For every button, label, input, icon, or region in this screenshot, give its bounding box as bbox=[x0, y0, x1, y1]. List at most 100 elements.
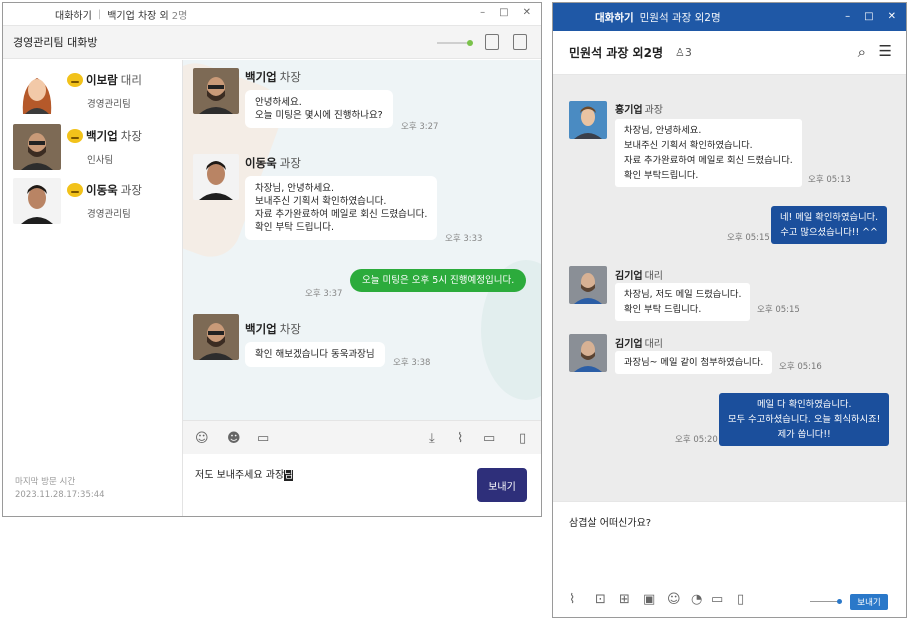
screenshot-root: 대화하기 | 백기업 차장 외 2명 – □ ✕ 경영관리팀 대화방 이보람 대리 bbox=[0, 0, 908, 621]
emoticon-icon[interactable]: ☺ bbox=[667, 592, 681, 607]
title-separator: | bbox=[97, 8, 102, 20]
opacity-slider[interactable] bbox=[810, 599, 842, 604]
avatar bbox=[13, 178, 61, 224]
more-icon[interactable]: ▯ bbox=[737, 592, 744, 607]
member-item[interactable]: 이보람 대리 경영관리팀 bbox=[13, 68, 142, 114]
message-time: 오후 05:15 bbox=[757, 305, 800, 315]
message-bubble: 안녕하세요. 오늘 미팅은 몇시에 진행하나요? bbox=[245, 90, 393, 128]
message-sender: 홍기업 과장 bbox=[615, 105, 664, 116]
bell-icon[interactable]: ◔ bbox=[691, 592, 702, 607]
member-item[interactable]: 백기업 차장 인사팀 bbox=[13, 124, 142, 170]
right-message-input[interactable]: 삼겹살 어떠신가요? bbox=[553, 501, 906, 586]
last-visit-label: 마지막 방문 시간 bbox=[15, 477, 76, 487]
member-name: 백기업 bbox=[86, 129, 118, 143]
message-time: 오후 3:38 bbox=[393, 358, 431, 368]
opacity-slider[interactable] bbox=[437, 40, 473, 46]
attach-icon[interactable]: ⌇ bbox=[569, 592, 575, 607]
download-icon[interactable]: ⤓ bbox=[429, 431, 435, 446]
message-time: 오후 3:33 bbox=[445, 234, 483, 244]
message-time: 오후 05:16 bbox=[779, 362, 822, 372]
search-icon[interactable]: ⌕ bbox=[858, 43, 866, 61]
left-input-toolbar: ☺ ☻ ▭ ⤓ ⌇ ▭ ▯ bbox=[183, 420, 541, 454]
message-sender: 백기업 차장 bbox=[245, 70, 301, 84]
left-titlebar: 대화하기 | 백기업 차장 외 2명 bbox=[3, 3, 541, 25]
input-text[interactable]: 삼겹살 어떠신가요? bbox=[569, 514, 651, 529]
right-room-header: 민원석 과장 외2명 ♙3 ⌕ ☰ bbox=[553, 31, 906, 75]
message-time: 오후 05:20 bbox=[675, 435, 718, 445]
left-room-subtitle: 백기업 차장 외 bbox=[107, 10, 169, 22]
member-rank: 과장 bbox=[120, 183, 142, 197]
avatar bbox=[13, 68, 61, 114]
left-message-input[interactable]: 저도 보내주세요 과장님 보내기 bbox=[183, 454, 541, 516]
input-text[interactable]: 저도 보내주세요 과장님 bbox=[195, 466, 294, 481]
avatar bbox=[193, 314, 239, 360]
message-sender: 백기업 차장 bbox=[245, 322, 301, 336]
panel-toggle-icon[interactable] bbox=[485, 34, 499, 50]
left-chat-window: 대화하기 | 백기업 차장 외 2명 – □ ✕ 경영관리팀 대화방 이보람 대리 bbox=[2, 2, 542, 517]
member-item[interactable]: 이동욱 과장 경영관리팀 bbox=[13, 178, 142, 224]
send-button[interactable]: 보내기 bbox=[850, 594, 888, 610]
status-emoji-icon bbox=[67, 129, 83, 143]
left-app-title: 대화하기 bbox=[55, 10, 92, 22]
participant-count: ♙3 bbox=[675, 46, 692, 59]
message-bubble: 차장님, 안녕하세요. 보내주신 기획서 확인하였습니다. 자료 추가완료하여 … bbox=[615, 119, 802, 187]
left-chat-area: 백기업 차장 안녕하세요. 오늘 미팅은 몇시에 진행하나요? 오후 3:27 이… bbox=[183, 60, 541, 420]
left-room-header: 경영관리팀 대화방 bbox=[3, 25, 541, 59]
exit-room-icon[interactable] bbox=[513, 34, 527, 50]
avatar bbox=[193, 68, 239, 114]
member-name: 이동욱 bbox=[86, 183, 118, 197]
folder-icon[interactable]: ▭ bbox=[257, 431, 269, 446]
minimize-icon[interactable]: – bbox=[480, 7, 485, 18]
left-room-name: 경영관리팀 대화방 bbox=[13, 36, 98, 49]
left-member-count: 2명 bbox=[171, 10, 188, 22]
capture-icon[interactable]: ⊡ bbox=[595, 592, 606, 607]
message-time: 오후 05:13 bbox=[808, 175, 851, 185]
video-icon[interactable]: ▭ bbox=[711, 592, 723, 607]
close-icon[interactable]: ✕ bbox=[888, 11, 896, 22]
message-bubble: 과장님~ 메일 같이 첨부하였습니다. bbox=[615, 351, 773, 374]
my-message-bubble: 메일 다 확인하였습니다. 모두 수고하셨습니다. 오늘 회식하시죠! 제가 쏩… bbox=[719, 393, 890, 446]
message-time: 오후 3:27 bbox=[401, 122, 439, 132]
message-sender: 이동욱 과장 bbox=[245, 156, 301, 170]
maximize-icon[interactable]: □ bbox=[499, 7, 508, 18]
person-icon: ♙ bbox=[675, 46, 685, 59]
member-team: 인사팀 bbox=[87, 155, 114, 166]
emoticon-icon[interactable]: ☺ bbox=[195, 431, 209, 446]
slider-knob[interactable] bbox=[837, 599, 842, 604]
add-icon[interactable]: ⊞ bbox=[619, 592, 630, 607]
right-window-controls: – □ ✕ bbox=[845, 11, 896, 22]
member-team: 경영관리팀 bbox=[87, 209, 131, 220]
avatar bbox=[193, 154, 239, 200]
my-message-bubble: 오늘 미팅은 오후 5시 진행예정입니다. bbox=[350, 269, 527, 292]
right-chat-window: 대화하기 민원석 과장 외2명 – □ ✕ 민원석 과장 외2명 ♙3 ⌕ ☰ … bbox=[552, 2, 907, 618]
message-bubble: 차장님, 안녕하세요. 보내주신 기획서 확인하였습니다. 자료 추가완료하여 … bbox=[245, 176, 438, 240]
close-icon[interactable]: ✕ bbox=[523, 7, 531, 18]
left-window-controls: – □ ✕ bbox=[480, 7, 531, 18]
right-input-toolbar: ⌇ ⊡ ⊞ ▣ ☺ ◔ ▭ ▯ 보내기 bbox=[553, 585, 906, 617]
more-icon[interactable]: ▯ bbox=[519, 431, 526, 446]
member-sidebar: 이보람 대리 경영관리팀 백기업 차장 인사팀 이동욱 과장 경영관리팀 마지막… bbox=[3, 60, 183, 516]
right-room-subtitle: 민원석 과장 외2명 bbox=[639, 11, 721, 24]
image-icon[interactable]: ▣ bbox=[643, 592, 655, 607]
right-app-title: 대화하기 bbox=[595, 11, 634, 24]
avatar bbox=[569, 334, 607, 372]
status-emoji-icon bbox=[67, 73, 83, 87]
send-button[interactable]: 보내기 bbox=[477, 468, 527, 502]
my-message-bubble: 네! 메일 확인하였습니다. 수고 많으셨습니다!! ^^ bbox=[771, 206, 888, 244]
message-sender: 김기업 대리 bbox=[615, 271, 664, 282]
member-rank: 차장 bbox=[120, 129, 142, 143]
smile-icon[interactable]: ☻ bbox=[227, 431, 241, 446]
minimize-icon[interactable]: – bbox=[845, 11, 850, 22]
member-rank: 대리 bbox=[120, 73, 142, 87]
slider-knob[interactable] bbox=[467, 40, 473, 46]
right-room-title: 민원석 과장 외2명 bbox=[569, 46, 663, 60]
maximize-icon[interactable]: □ bbox=[864, 11, 873, 22]
input-selection: 님 bbox=[284, 470, 294, 481]
screen-capture-icon[interactable]: ▭ bbox=[483, 431, 495, 446]
attach-icon[interactable]: ⌇ bbox=[457, 431, 463, 446]
member-name: 이보람 bbox=[86, 73, 118, 87]
avatar bbox=[569, 266, 607, 304]
message-bubble: 차장님, 저도 메일 드렸습니다. 확인 부탁 드립니다. bbox=[615, 283, 751, 321]
menu-icon[interactable]: ☰ bbox=[879, 42, 892, 60]
right-chat-area: 홍기업 과장 차장님, 안녕하세요. 보내주신 기획서 확인하였습니다. 자료 추… bbox=[553, 75, 906, 501]
